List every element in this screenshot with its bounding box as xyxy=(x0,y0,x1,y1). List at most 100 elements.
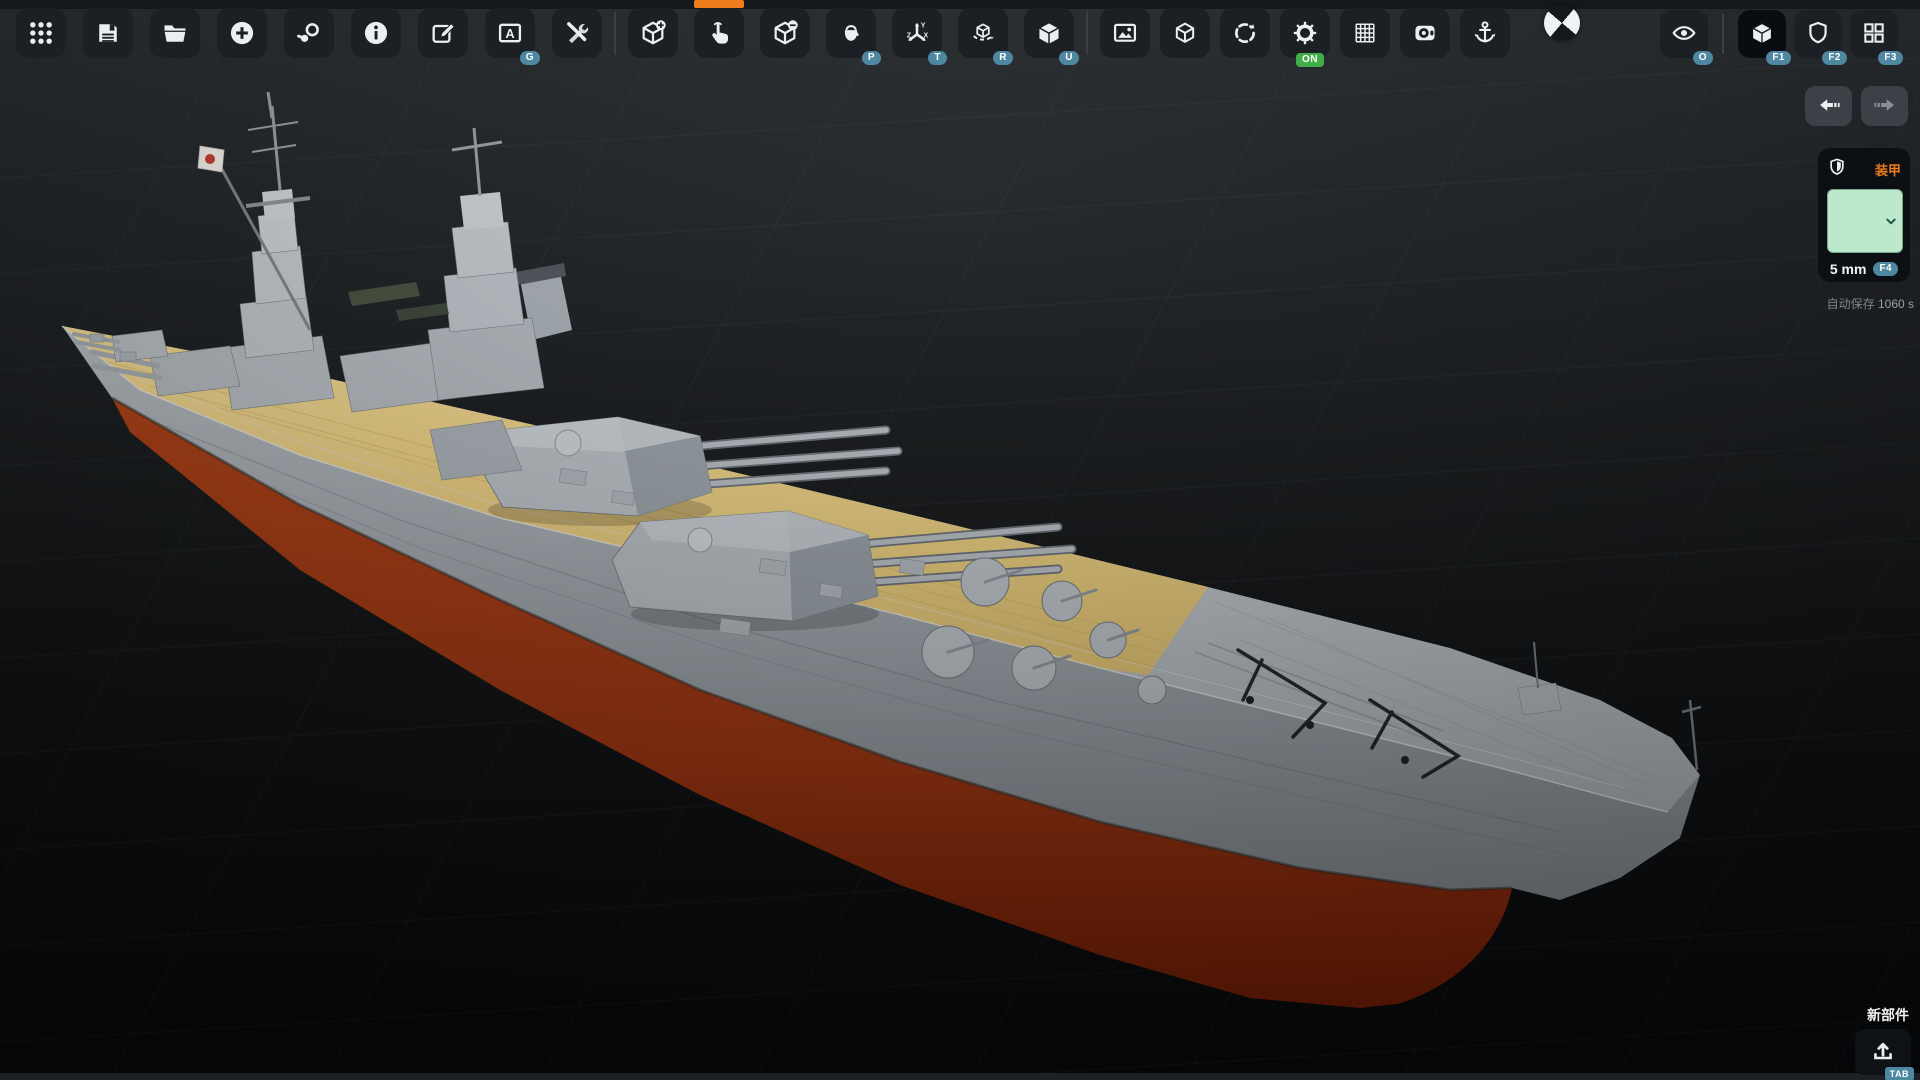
toolbar-group-2: PYZXTRU xyxy=(628,8,1074,58)
new-part-button[interactable]: TAB xyxy=(1855,1029,1911,1075)
apps-icon xyxy=(27,19,55,47)
shortcut-badge: ON xyxy=(1296,53,1324,67)
undo-icon xyxy=(1816,92,1842,121)
viewport-3d[interactable] xyxy=(0,0,1920,1080)
tool-wireframe-view[interactable] xyxy=(1160,8,1210,58)
ship-builder-app: AGPYZXTRUON OF1F2F3 装甲 5 mm F4 自动保存 106 xyxy=(0,0,1920,1080)
image-icon xyxy=(1111,19,1139,47)
cube-plus-icon xyxy=(639,19,667,47)
svg-text:Z: Z xyxy=(907,33,912,40)
cube-wire-icon xyxy=(1171,19,1199,47)
tool-steam-workshop[interactable] xyxy=(284,8,334,58)
paint-bucket-icon xyxy=(837,19,865,47)
shortcut-badge: G xyxy=(520,51,540,65)
tool-camera-mode[interactable] xyxy=(1400,8,1450,58)
anchor-icon xyxy=(1471,19,1499,47)
armor-panel: 装甲 5 mm F4 xyxy=(1818,148,1910,282)
solid-view-mode-button[interactable]: F1 xyxy=(1738,10,1786,58)
folder-icon xyxy=(161,19,189,47)
svg-text:A: A xyxy=(505,26,514,41)
view-mode-toolbar: O F1F2F3 xyxy=(1660,10,1898,58)
eye-icon xyxy=(1671,20,1697,49)
toolbar-group-3: ON xyxy=(1100,8,1510,58)
shortcut-badge: T xyxy=(928,51,947,65)
tool-rotate-tool[interactable]: R xyxy=(958,8,1008,58)
tool-grid-toggle[interactable] xyxy=(1340,8,1390,58)
tool-select-tool[interactable] xyxy=(694,8,744,58)
steam-icon xyxy=(295,19,323,47)
text-box-icon: A xyxy=(496,19,524,47)
cube-solid-icon xyxy=(1749,20,1775,49)
toolbar-group-1: AG xyxy=(16,8,602,58)
tools-icon xyxy=(563,19,591,47)
tool-reset-view[interactable] xyxy=(1220,8,1270,58)
edit-icon xyxy=(429,19,457,47)
center-of-mass-indicator xyxy=(1544,5,1580,41)
battleship-model[interactable] xyxy=(0,0,1920,1080)
gear-icon xyxy=(1291,19,1319,47)
shortcut-badge: U xyxy=(1059,51,1079,65)
info-icon xyxy=(362,19,390,47)
main-toolbar: AGPYZXTRUON xyxy=(16,8,1510,58)
shortcut-badge: F2 xyxy=(1822,51,1847,65)
tool-settings[interactable]: ON xyxy=(1280,8,1330,58)
shortcut-badge: F3 xyxy=(1878,51,1903,65)
history-controls xyxy=(1805,86,1908,126)
tool-add-block[interactable] xyxy=(628,8,678,58)
armor-shortcut-badge: F4 xyxy=(1873,262,1898,276)
armor-material-swatch[interactable] xyxy=(1827,189,1903,253)
cube-solid-icon xyxy=(1035,19,1063,47)
tool-save[interactable] xyxy=(83,8,133,58)
tool-info[interactable] xyxy=(351,8,401,58)
axes-icon: Y Z X xyxy=(903,19,931,47)
plus-circle-icon xyxy=(228,19,256,47)
tool-delete-block[interactable] xyxy=(760,8,810,58)
new-part-shortcut-badge: TAB xyxy=(1885,1067,1914,1080)
shield-icon xyxy=(1805,20,1831,49)
svg-text:X: X xyxy=(924,33,929,40)
save-icon xyxy=(94,19,122,47)
tool-text-tool[interactable]: AG xyxy=(485,8,535,58)
shortcut-badge: R xyxy=(993,51,1013,65)
camera-icon xyxy=(1411,19,1439,47)
shortcut-badge: F1 xyxy=(1766,51,1791,65)
tool-open[interactable] xyxy=(150,8,200,58)
bottom-strip xyxy=(0,1073,1920,1080)
squares-icon xyxy=(1861,20,1887,49)
tool-build-tools[interactable] xyxy=(552,8,602,58)
viewbar-separator xyxy=(1722,14,1724,54)
shortcut-badge: P xyxy=(862,51,881,65)
grid-icon xyxy=(1351,19,1379,47)
tool-duplicate-tool[interactable]: U xyxy=(1024,8,1074,58)
redo-icon xyxy=(1872,92,1898,121)
chevron-down-icon xyxy=(1882,212,1900,230)
cube-rotate-icon xyxy=(969,19,997,47)
undo-button[interactable] xyxy=(1805,86,1852,126)
shortcut-badge: O xyxy=(1693,51,1713,65)
autosave-value: 1060 s xyxy=(1878,297,1914,311)
tool-background[interactable] xyxy=(1100,8,1150,58)
hand-icon xyxy=(705,19,733,47)
tray-up-icon xyxy=(1869,1037,1897,1068)
visibility-mode-button[interactable]: O xyxy=(1660,10,1708,58)
redo-button[interactable] xyxy=(1861,86,1908,126)
tool-menu[interactable] xyxy=(16,8,66,58)
svg-text:Y: Y xyxy=(921,23,926,30)
tool-new[interactable] xyxy=(217,8,267,58)
tool-paint-tool[interactable]: P xyxy=(826,8,876,58)
shield-icon xyxy=(1827,157,1847,182)
new-part-label: 新部件 xyxy=(1867,1005,1909,1025)
refresh-icon xyxy=(1231,19,1259,47)
module-view-mode-button[interactable]: F3 xyxy=(1850,10,1898,58)
tool-anchor-mode[interactable] xyxy=(1460,8,1510,58)
cube-minus-icon xyxy=(771,19,799,47)
armor-view-mode-button[interactable]: F2 xyxy=(1794,10,1842,58)
autosave-status: 自动保存 1060 s xyxy=(1827,295,1914,312)
autosave-label: 自动保存 xyxy=(1827,297,1875,311)
tool-rename[interactable] xyxy=(418,8,468,58)
toolbar-separator xyxy=(1086,11,1088,55)
armor-thickness-value: 5 mm xyxy=(1830,261,1867,277)
tool-translate-tool[interactable]: YZXT xyxy=(892,8,942,58)
toolbar-separator xyxy=(614,11,616,55)
armor-panel-title: 装甲 xyxy=(1875,160,1901,179)
